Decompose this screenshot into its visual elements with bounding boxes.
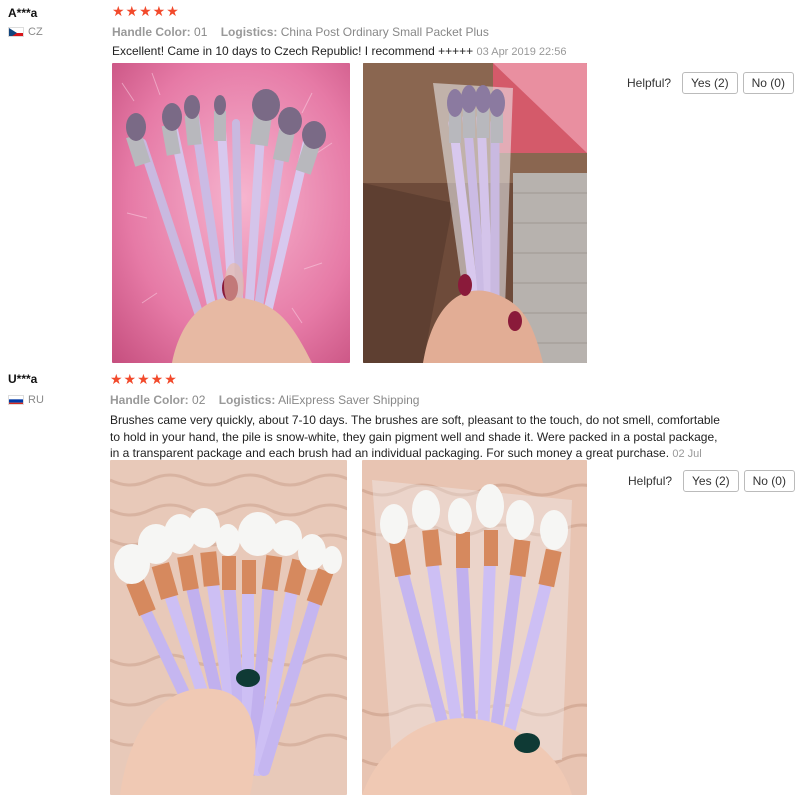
handle-color-label: Handle Color: (112, 25, 191, 39)
star-rating: ★★★★★ (112, 3, 180, 19)
review-sku-info: Handle Color: 02 Logistics: AliExpress S… (110, 393, 419, 407)
helpful-no-button[interactable]: No (0) (743, 470, 795, 492)
logistics-label: Logistics: (220, 25, 278, 39)
helpful-no-button[interactable]: No (0) (742, 72, 794, 94)
review-body: Brushes came very quickly, about 7-10 da… (110, 413, 720, 460)
reviewer-name: U***a (8, 372, 38, 386)
helpful-box: Helpful? Yes (2) No (0) (627, 72, 794, 94)
review-sku-info: Handle Color: 01 Logistics: China Post O… (112, 25, 489, 39)
reviewer-country: CZ (8, 26, 43, 38)
helpful-yes-button[interactable]: Yes (2) (682, 72, 738, 94)
review-photo[interactable] (362, 460, 587, 795)
czech-flag-icon (8, 27, 24, 37)
review-date: 03 Apr 2019 22:56 (476, 46, 567, 58)
review-photo[interactable] (363, 63, 587, 363)
helpful-label: Helpful? (628, 474, 673, 488)
review-photo[interactable] (112, 63, 350, 363)
review-body: Excellent! Came in 10 days to Czech Repu… (112, 44, 474, 58)
helpful-label: Helpful? (627, 76, 672, 90)
logistics-value: AliExpress Saver Shipping (278, 393, 420, 407)
logistics-value: China Post Ordinary Small Packet Plus (280, 25, 489, 39)
logistics-label: Logistics: (218, 393, 276, 407)
review-text: Excellent! Came in 10 days to Czech Repu… (112, 43, 712, 61)
handle-color-label: Handle Color: (110, 393, 189, 407)
helpful-yes-button[interactable]: Yes (2) (683, 470, 739, 492)
review-photo[interactable] (110, 460, 347, 795)
handle-color-value: 01 (194, 25, 208, 39)
handle-color-value: 02 (192, 393, 206, 407)
reviewer-name: A***a (8, 6, 38, 20)
country-code: RU (28, 394, 44, 406)
star-rating: ★★★★★ (110, 371, 178, 387)
country-code: CZ (28, 26, 43, 38)
reviewer-country: RU (8, 394, 44, 406)
helpful-box: Helpful? Yes (2) No (0) (628, 470, 795, 492)
russia-flag-icon (8, 395, 24, 405)
